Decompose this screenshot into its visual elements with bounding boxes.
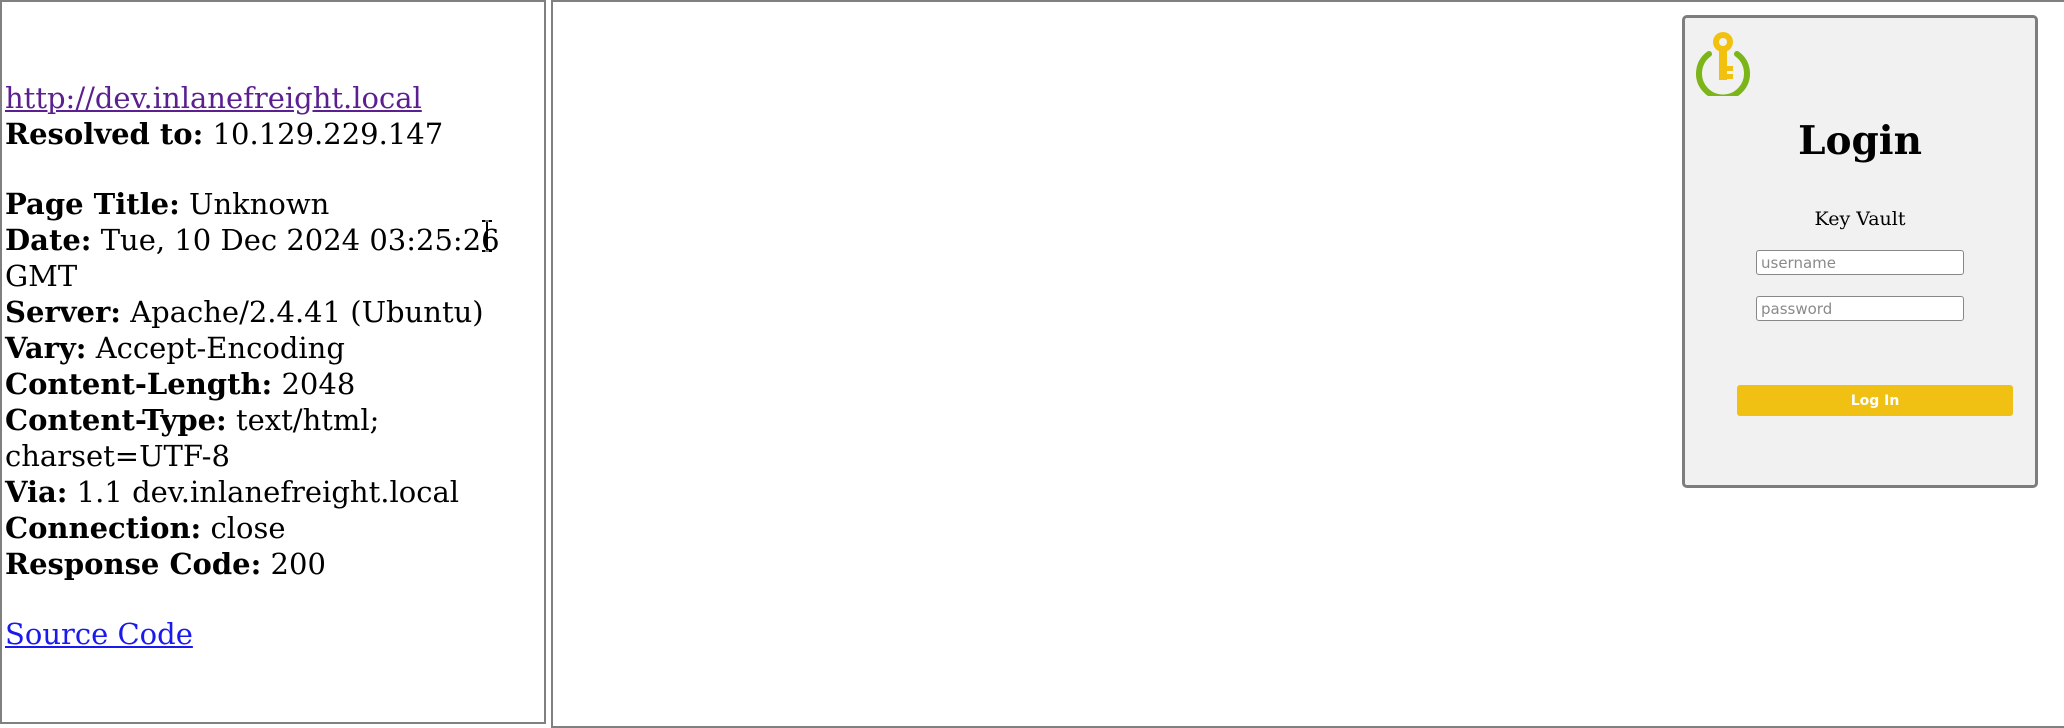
vary-row: Vary: Accept-Encoding [5,331,345,365]
date-row: Date: Tue, 10 Dec 2024 03:25:26 GMT [5,223,500,293]
screenshot-info-panel: http://dev.inlanefreight.local Resolved … [0,0,546,724]
password-input[interactable] [1756,296,1964,321]
login-subtitle: Key Vault [1814,208,1906,230]
username-input[interactable] [1756,250,1964,275]
login-title: Login [1798,118,1922,164]
text-cursor-icon [482,220,492,252]
server-row: Server: Apache/2.4.41 (Ubuntu) [5,295,484,329]
source-code-link[interactable]: Source Code [5,617,193,651]
content-length-row: Content-Length: 2048 [5,367,356,401]
login-card: Login Key Vault Log In [1682,15,2038,488]
screenshot-preview-panel: Login Key Vault Log In [551,0,2064,728]
key-vault-logo-icon [1696,32,1750,96]
login-button[interactable]: Log In [1737,385,2013,416]
content-type-row: Content-Type: text/html; charset=UTF-8 [5,403,380,473]
connection-row: Connection: close [5,511,286,545]
response-details: http://dev.inlanefreight.local Resolved … [5,80,500,652]
target-url-link[interactable]: http://dev.inlanefreight.local [5,81,422,115]
page-title-row: Page Title: Unknown [5,187,330,221]
response-code-row: Response Code: 200 [5,547,326,581]
resolved-row: Resolved to: 10.129.229.147 [5,117,444,151]
via-row: Via: 1.1 dev.inlanefreight.local [5,475,460,509]
